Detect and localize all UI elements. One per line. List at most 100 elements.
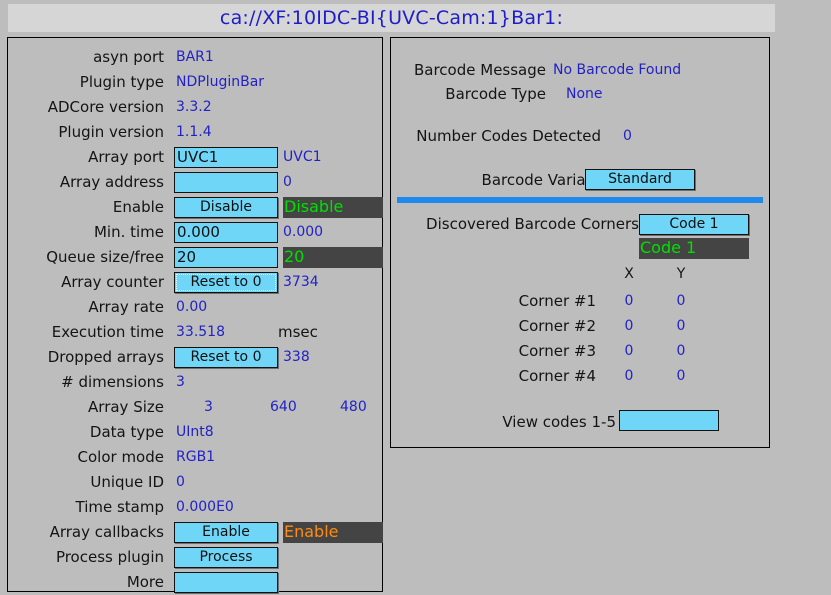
param-action-button[interactable] (174, 572, 278, 593)
param-label: Dropped arrays (47, 348, 164, 366)
param-value: 33.518 (176, 324, 225, 340)
corner-y-value: 0 (676, 293, 686, 309)
view-codes-entry[interactable] (619, 410, 719, 431)
corner-y-value: 0 (676, 368, 686, 384)
param-value: 3 (204, 399, 213, 415)
discovered-barcode-corners-label: Discovered Barcode Corners (426, 215, 639, 233)
param-row: More (8, 570, 382, 595)
param-label: Array port (88, 148, 164, 166)
param-action-button[interactable]: Reset to 0 (174, 347, 278, 368)
param-label: Process plugin (55, 548, 164, 566)
param-label: Time stamp (75, 498, 165, 516)
param-row: # dimensions 3 (8, 370, 382, 395)
param-value: 0.000E0 (176, 499, 234, 515)
window-title-bar: ca://XF:10IDC-BI{UVC-Cam:1}Bar1: (8, 4, 775, 32)
param-row: Data type UInt8 (8, 420, 382, 445)
param-units: msec (278, 323, 318, 341)
param-readback: Disable (283, 197, 383, 218)
corner-x-value: 0 (624, 318, 634, 334)
param-label: Enable (112, 198, 164, 216)
param-value: UVC1 (283, 149, 322, 165)
param-value: 1.1.4 (176, 124, 212, 140)
param-label: Plugin type (79, 73, 164, 91)
param-value: UInt8 (176, 424, 214, 440)
corner-x-value: 0 (624, 368, 634, 384)
param-row: ADCore version 3.3.2 (8, 95, 382, 120)
code-select-button[interactable]: Code 1 (639, 214, 749, 235)
param-row: Array Size 3 640 480 (8, 395, 382, 420)
param-entry-field[interactable]: 20 (174, 247, 278, 268)
param-label: Min. time (93, 223, 164, 241)
param-label: Array address (59, 173, 164, 191)
param-value: 0 (283, 174, 292, 190)
corner-y-value: 0 (676, 343, 686, 359)
param-label: ADCore version (47, 98, 164, 116)
param-row: Array address 0 (8, 170, 382, 195)
param-row: Array port UVC1 UVC1 (8, 145, 382, 170)
param-entry-field[interactable] (174, 172, 278, 193)
param-value: 0 (176, 474, 185, 490)
param-row: Queue size/free 20 20 (8, 245, 383, 270)
view-codes-label: View codes 1-5 (502, 413, 616, 431)
param-row: Unique ID 0 (8, 470, 382, 495)
param-label: Execution time (51, 323, 164, 341)
param-row: Time stamp 0.000E0 (8, 495, 382, 520)
barcode-message-value: No Barcode Found (553, 62, 682, 78)
param-row: Process plugin Process (8, 545, 382, 570)
corner-x-value: 0 (624, 293, 634, 309)
number-codes-detected-value: 0 (623, 128, 632, 144)
param-row: Execution time 33.518 msec (8, 320, 382, 345)
barcode-results-panel: Barcode Message No Barcode Found Barcode… (390, 37, 770, 448)
param-row: Dropped arrays Reset to 0 338 (8, 345, 382, 370)
param-readback: Enable (283, 522, 383, 543)
param-row: Array counter Reset to 0 3734 (8, 270, 382, 295)
param-value: 0.000 (283, 224, 324, 240)
param-value-2: 640 (270, 399, 297, 415)
param-label: Color mode (77, 448, 164, 466)
param-label: Queue size/free (46, 248, 164, 266)
param-label: Array counter (61, 273, 164, 291)
param-action-button[interactable]: Process (174, 547, 278, 568)
param-label: More (126, 573, 164, 591)
code-readback: Code 1 (639, 238, 749, 259)
param-row: Plugin type NDPluginBar (8, 70, 382, 95)
barcode-variant-button[interactable]: Standard (585, 169, 695, 190)
param-row: asyn port BAR1 (8, 45, 382, 70)
param-value: 0.00 (176, 299, 208, 315)
corner-x-value: 0 (624, 343, 634, 359)
param-action-button[interactable]: Disable (174, 197, 278, 218)
param-entry-field[interactable]: UVC1 (174, 147, 278, 168)
corner-y-value: 0 (676, 318, 686, 334)
param-value: NDPluginBar (176, 74, 265, 90)
page-title: ca://XF:10IDC-BI{UVC-Cam:1}Bar1: (219, 7, 564, 29)
param-label: Array rate (88, 298, 164, 316)
corner-row-label: Corner #3 (518, 342, 596, 360)
corner-row-label: Corner #4 (518, 367, 596, 385)
param-label: Plugin version (58, 123, 164, 141)
param-label: Unique ID (90, 473, 164, 491)
param-value: 3.3.2 (176, 99, 212, 115)
param-action-button[interactable]: Enable (174, 522, 278, 543)
column-header-y: Y (676, 266, 686, 282)
param-value-3: 480 (340, 399, 367, 415)
plugin-info-panel: asyn port BAR1 Plugin type NDPluginBar ADCor… (7, 37, 383, 595)
param-value: BAR1 (176, 49, 214, 65)
barcode-type-value: None (566, 86, 603, 102)
corner-row-label: Corner #1 (518, 292, 596, 310)
param-label: Data type (89, 423, 164, 441)
param-readback: 20 (283, 247, 383, 268)
param-entry-field[interactable]: 0.000 (174, 222, 278, 243)
corner-row-label: Corner #2 (518, 317, 596, 335)
param-label: Array callbacks (49, 523, 164, 541)
param-value: 338 (283, 349, 310, 365)
number-codes-detected-label: Number Codes Detected (416, 127, 601, 145)
param-action-button[interactable]: Reset to 0 (174, 272, 278, 293)
barcode-type-label: Barcode Type (445, 85, 546, 103)
param-label: Array Size (88, 398, 164, 416)
section-separator (397, 197, 763, 203)
param-row: Array callbacks Enable Enable (8, 520, 383, 545)
param-row: Min. time 0.000 0.000 (8, 220, 382, 245)
param-row: Plugin version 1.1.4 (8, 120, 382, 145)
barcode-message-label: Barcode Message (413, 61, 546, 79)
param-row: Color mode RGB1 (8, 445, 382, 470)
